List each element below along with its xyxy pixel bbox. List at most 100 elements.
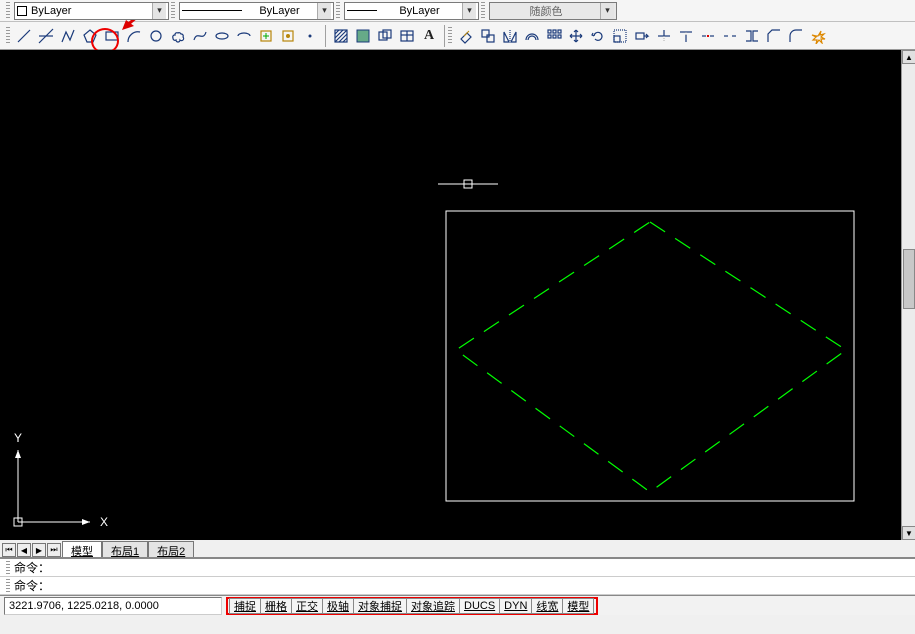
extend-icon[interactable] xyxy=(676,26,696,46)
toolbar-grip[interactable] xyxy=(481,2,485,20)
polyline-icon[interactable] xyxy=(58,26,78,46)
chamfer-icon[interactable] xyxy=(764,26,784,46)
scale-icon[interactable] xyxy=(610,26,630,46)
status-lwt[interactable]: 线宽 xyxy=(531,598,563,614)
canvas-svg: X Y xyxy=(0,50,915,540)
status-osnap[interactable]: 对象捕捉 xyxy=(353,598,407,614)
lineweight-combo[interactable]: ByLayer ▾ xyxy=(344,2,479,20)
explode-icon[interactable] xyxy=(808,26,828,46)
break-icon[interactable] xyxy=(720,26,740,46)
spline-icon[interactable] xyxy=(190,26,210,46)
chevron-down-icon: ▾ xyxy=(152,3,166,19)
toolbar-grip[interactable] xyxy=(6,27,10,45)
draw-toolbar: A xyxy=(12,23,441,49)
array-icon[interactable] xyxy=(544,26,564,46)
erase-icon[interactable] xyxy=(456,26,476,46)
lineweight-preview xyxy=(347,10,377,11)
rotate-icon[interactable] xyxy=(588,26,608,46)
drawn-diamond xyxy=(456,222,846,492)
hatch-icon[interactable] xyxy=(331,26,351,46)
layer-combo[interactable]: ByLayer ▾ xyxy=(14,2,169,20)
linetype-preview xyxy=(182,10,242,11)
drawn-rectangle xyxy=(446,211,854,501)
status-polar[interactable]: 极轴 xyxy=(322,598,354,614)
plotstyle-combo-text: 随颜色 xyxy=(492,3,600,19)
modify-toolbar xyxy=(454,23,830,49)
drawing-canvas[interactable]: X Y xyxy=(0,50,915,540)
make-block-icon[interactable] xyxy=(278,26,298,46)
tab-layout1[interactable]: 布局1 xyxy=(102,541,148,557)
circle-icon[interactable] xyxy=(146,26,166,46)
offset-icon[interactable] xyxy=(522,26,542,46)
join-icon[interactable] xyxy=(742,26,762,46)
chevron-down-icon: ▾ xyxy=(317,3,331,19)
insert-block-icon[interactable] xyxy=(256,26,276,46)
cursor-crosshair xyxy=(438,180,498,188)
xline-icon[interactable] xyxy=(36,26,56,46)
plotstyle-combo[interactable]: 随颜色 ▾ xyxy=(489,2,617,20)
command-input-line[interactable]: 命令： xyxy=(0,577,915,595)
toolbar-grip[interactable] xyxy=(6,2,10,20)
layer-color-swatch xyxy=(17,6,27,16)
status-dyn[interactable]: DYN xyxy=(499,598,532,614)
tab-prev-icon[interactable]: ◀ xyxy=(17,543,31,557)
table-icon[interactable] xyxy=(397,26,417,46)
line-icon[interactable] xyxy=(14,26,34,46)
copy-icon[interactable] xyxy=(478,26,498,46)
command-prompt-1: 命令： xyxy=(14,559,50,576)
status-otrack[interactable]: 对象追踪 xyxy=(406,598,460,614)
svg-text:Y: Y xyxy=(14,431,22,445)
tab-next-icon[interactable]: ▶ xyxy=(32,543,46,557)
command-history-line: 命令： xyxy=(0,559,915,577)
grip-icon[interactable] xyxy=(6,561,10,575)
trim-icon[interactable] xyxy=(654,26,674,46)
region-icon[interactable] xyxy=(375,26,395,46)
break-at-icon[interactable] xyxy=(698,26,718,46)
revcloud-icon[interactable] xyxy=(168,26,188,46)
toolbar-grip[interactable] xyxy=(336,2,340,20)
tab-nav: ⏮ ◀ ▶ ⏭ xyxy=(2,543,62,557)
move-icon[interactable] xyxy=(566,26,586,46)
vertical-scrollbar[interactable]: ▲ ▼ xyxy=(901,50,915,540)
tab-layout2[interactable]: 布局2 xyxy=(148,541,194,557)
chevron-down-icon: ▾ xyxy=(462,3,476,19)
chevron-down-icon: ▾ xyxy=(600,3,614,19)
fillet-icon[interactable] xyxy=(786,26,806,46)
arc-icon[interactable] xyxy=(124,26,144,46)
lineweight-combo-text: ByLayer xyxy=(377,5,462,17)
mirror-icon[interactable] xyxy=(500,26,520,46)
status-snap[interactable]: 捕捉 xyxy=(229,598,261,614)
main-toolbar-row: A xyxy=(0,22,915,50)
layout-tabs: ⏮ ◀ ▶ ⏭ 模型 布局1 布局2 xyxy=(0,540,915,558)
point-icon[interactable] xyxy=(300,26,320,46)
tab-last-icon[interactable]: ⏭ xyxy=(47,543,61,557)
gradient-icon[interactable] xyxy=(353,26,373,46)
ucs-icon: X Y xyxy=(14,431,108,529)
tab-first-icon[interactable]: ⏮ xyxy=(2,543,16,557)
status-bar: 3221.9706, 1225.0218, 0.0000 捕捉 栅格 正交 极轴… xyxy=(0,595,915,615)
stretch-icon[interactable] xyxy=(632,26,652,46)
command-prompt-2: 命令： xyxy=(14,577,50,594)
scroll-down-icon[interactable]: ▼ xyxy=(902,526,915,540)
linetype-combo[interactable]: ByLayer ▾ xyxy=(179,2,334,20)
ellipse-icon[interactable] xyxy=(212,26,232,46)
rectangle-icon[interactable] xyxy=(102,26,122,46)
scrollbar-thumb[interactable] xyxy=(903,249,915,309)
status-coordinates: 3221.9706, 1225.0218, 0.0000 xyxy=(4,597,222,615)
scroll-up-icon[interactable]: ▲ xyxy=(902,50,915,64)
ellipse-arc-icon[interactable] xyxy=(234,26,254,46)
polygon-icon[interactable] xyxy=(80,26,100,46)
status-grid[interactable]: 栅格 xyxy=(260,598,292,614)
grip-icon[interactable] xyxy=(6,579,10,593)
status-ducs[interactable]: DUCS xyxy=(459,598,500,614)
mtext-icon[interactable]: A xyxy=(419,26,439,46)
status-model[interactable]: 模型 xyxy=(562,598,594,614)
tab-model[interactable]: 模型 xyxy=(62,541,102,557)
svg-text:X: X xyxy=(100,515,108,529)
properties-toolbar: ByLayer ▾ ByLayer ▾ ByLayer ▾ 随颜色 ▾ xyxy=(0,0,915,22)
toolbar-grip[interactable] xyxy=(171,2,175,20)
toolbar-grip[interactable] xyxy=(448,27,452,45)
linetype-combo-text: ByLayer xyxy=(242,5,317,17)
command-area: 命令： 命令： xyxy=(0,558,915,595)
status-ortho[interactable]: 正交 xyxy=(291,598,323,614)
